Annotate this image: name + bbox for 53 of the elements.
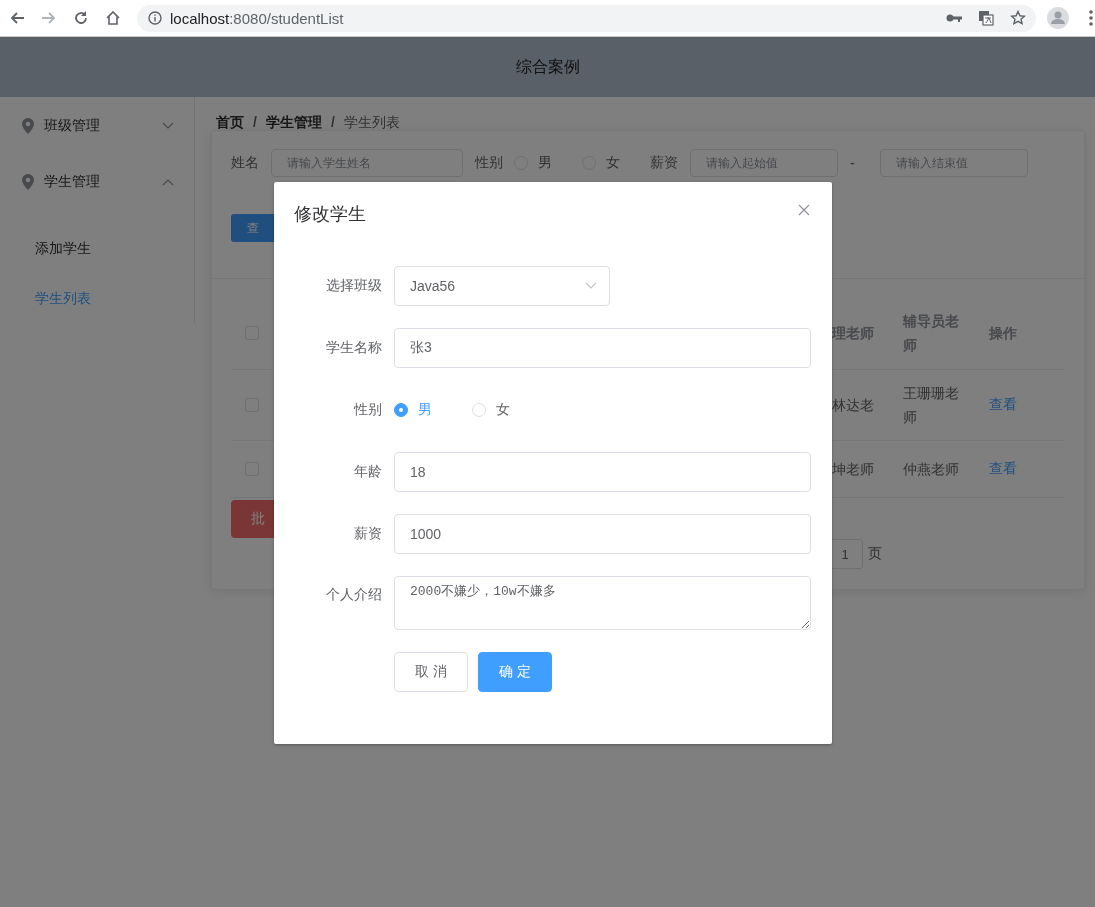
field-label: 薪资 bbox=[353, 525, 383, 543]
class-select[interactable]: Java56 bbox=[394, 266, 610, 306]
forward-icon[interactable] bbox=[41, 10, 57, 26]
reload-icon[interactable] bbox=[73, 10, 89, 26]
radio-button[interactable]: 女 bbox=[582, 154, 620, 172]
field-label: 姓名 bbox=[231, 154, 260, 172]
location-pin-icon bbox=[22, 174, 34, 190]
page-unit-label: 页 bbox=[868, 545, 882, 563]
close-icon[interactable] bbox=[798, 204, 810, 216]
radio-button[interactable]: 男 bbox=[514, 154, 552, 172]
text-field[interactable]: 1000 bbox=[394, 514, 811, 554]
url-host: localhost bbox=[170, 9, 230, 27]
dialog-title: 修改学生 bbox=[294, 203, 366, 226]
submenu-item[interactable]: 添加学生 bbox=[0, 223, 194, 273]
address-bar[interactable]: localhost:8080/studentList bbox=[137, 4, 1036, 32]
table-cell-text: 林达老 bbox=[832, 396, 874, 415]
avatar-icon bbox=[1047, 7, 1069, 29]
table-cell-text: 王珊珊老师 bbox=[903, 384, 960, 427]
text-area[interactable]: 2000不嫌少，10w不嫌多 bbox=[394, 576, 811, 630]
cancel-button[interactable]: 取 消 bbox=[394, 652, 468, 692]
text-field[interactable]: 张3 bbox=[394, 328, 811, 368]
field-label: 学生名称 bbox=[325, 339, 383, 357]
location-pin-icon bbox=[22, 118, 34, 134]
menu-item[interactable]: 学生管理 bbox=[0, 154, 194, 210]
radio-button[interactable]: 男 bbox=[394, 401, 432, 419]
star-icon bbox=[1010, 10, 1026, 26]
menu-item[interactable]: 班级管理 bbox=[0, 98, 194, 154]
breadcrumb-separator: / bbox=[330, 114, 335, 130]
key-icon bbox=[946, 13, 962, 23]
radio-button[interactable]: 女 bbox=[472, 401, 510, 419]
translate-icon bbox=[978, 10, 994, 26]
header-title: 综合案例 bbox=[515, 56, 580, 77]
breadcrumb-item[interactable]: 学生管理 bbox=[265, 114, 322, 130]
breadcrumb-item: 学生列表 bbox=[343, 114, 400, 130]
url-path: :8080/studentList bbox=[229, 9, 344, 27]
table-cell-text: 坤老师 bbox=[832, 460, 874, 479]
menu-icon bbox=[1089, 10, 1093, 26]
breadcrumb-item[interactable]: 首页 bbox=[216, 114, 244, 130]
range-separator: - bbox=[850, 155, 855, 171]
field-label: 性别 bbox=[352, 401, 383, 419]
back-icon[interactable] bbox=[9, 10, 25, 26]
field-label: 薪资 bbox=[650, 154, 679, 172]
field-label: 性别 bbox=[475, 154, 504, 172]
text-field[interactable]: 18 bbox=[394, 452, 811, 492]
info-icon bbox=[148, 11, 162, 25]
field-label: 年龄 bbox=[353, 463, 383, 481]
breadcrumb-separator: / bbox=[253, 114, 257, 130]
field-label: 选择班级 bbox=[325, 277, 383, 295]
chevron-down-icon bbox=[585, 282, 597, 290]
confirm-button[interactable]: 确 定 bbox=[477, 652, 552, 692]
field-label: 个人介绍 bbox=[325, 585, 383, 604]
table-cell-text: 仲燕老师 bbox=[903, 460, 959, 479]
home-icon[interactable] bbox=[105, 10, 121, 26]
